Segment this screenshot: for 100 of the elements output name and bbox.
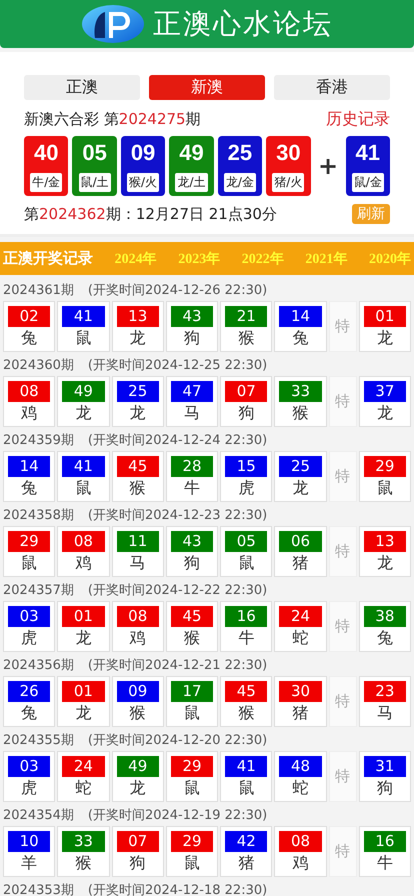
ball-number: 08: [8, 381, 50, 402]
zodiac-label: 鼠: [376, 477, 393, 499]
ball-number: 41: [62, 306, 105, 327]
zodiac-label: 猴/火: [127, 173, 160, 192]
zodiac-label: 鼠: [75, 477, 92, 499]
ball-number: 41: [62, 456, 105, 477]
zodiac-label: 鼠: [238, 552, 254, 574]
zodiac-label: 虎: [21, 627, 38, 649]
draw-title: 新澳六合彩 第2024275期: [24, 110, 201, 128]
issue-number: 2024353期: [3, 882, 74, 896]
draw-time: (开奖时间2024-12-24 22:30): [88, 432, 268, 449]
ball-number: 01: [62, 681, 105, 702]
zodiac-label: 龙: [130, 327, 146, 349]
draw-time: (开奖时间2024-12-18 22:30): [88, 882, 268, 896]
draw-time: (开奖时间2024-12-26 22:30): [88, 282, 268, 299]
zodiac-label: 龙: [376, 327, 393, 349]
ball-number: 43: [170, 531, 214, 552]
year-link[interactable]: 2020年: [368, 250, 411, 268]
draw-time: (开奖时间2024-12-25 22:30): [88, 357, 268, 374]
zodiac-label: 狗: [184, 552, 200, 574]
special-label: 特: [328, 601, 357, 652]
ball-number: 09: [116, 681, 159, 702]
ball-number: 29: [170, 756, 214, 777]
region-tab[interactable]: 香港: [274, 75, 390, 100]
ball-number: 14: [279, 306, 322, 327]
special-label: 特: [328, 376, 357, 427]
zodiac-label: 鸡: [75, 552, 92, 574]
zodiac-label: 鼠: [184, 852, 200, 874]
issue-number: 2024358期: [3, 507, 74, 524]
zodiac-label: 猪: [292, 552, 309, 574]
ball-number: 10: [8, 831, 50, 852]
zodiac-label: 猪/火: [272, 173, 304, 192]
ball-number: 05: [225, 531, 268, 552]
special-label: 特: [328, 451, 357, 502]
ball-number: 24: [279, 606, 322, 627]
ball-number: 26: [8, 681, 50, 702]
history-link[interactable]: 历史记录: [326, 108, 390, 130]
ball-number: 03: [8, 756, 50, 777]
ball-number: 14: [8, 456, 50, 477]
ball-number: 49: [116, 756, 159, 777]
zodiac-label: 羊: [21, 852, 38, 874]
zodiac-label: 狗: [130, 852, 146, 874]
ball-number: 42: [225, 831, 268, 852]
logo-icon: [81, 4, 145, 44]
ball-number: 13: [116, 306, 159, 327]
zodiac-label: 蛇: [75, 777, 92, 799]
zodiac-label: 龙: [75, 702, 92, 724]
ball-number: 24: [62, 756, 105, 777]
ball-number: 25: [279, 456, 322, 477]
issue-number: 2024356期: [3, 657, 74, 674]
issue-number: 2024357期: [3, 582, 74, 599]
ball-number: 38: [364, 606, 406, 627]
zodiac-label: 鼠: [21, 552, 38, 574]
records-title: 正澳开奖记录: [3, 249, 93, 268]
ball-number: 17: [170, 681, 214, 702]
ball-number: 45: [170, 606, 214, 627]
zodiac-label: 马: [184, 402, 200, 424]
ball-number: 45: [225, 681, 268, 702]
zodiac-label: 猴: [130, 477, 146, 499]
year-link[interactable]: 2023年: [178, 250, 220, 268]
zodiac-label: 龙: [75, 627, 92, 649]
ball-number: 37: [364, 381, 406, 402]
zodiac-label: 狗: [238, 402, 254, 424]
ball-number: 41: [225, 756, 268, 777]
zodiac-label: 猪: [238, 852, 254, 874]
zodiac-label: 兔: [292, 327, 309, 349]
ball-number: 33: [279, 381, 322, 402]
ball-number: 07: [225, 381, 268, 402]
zodiac-label: 鼠/金: [352, 173, 384, 192]
ball-number: 23: [364, 681, 406, 702]
zodiac-label: 龙: [130, 777, 146, 799]
ball-number: 02: [8, 306, 50, 327]
zodiac-label: 龙: [130, 402, 146, 424]
ball-number: 01: [62, 606, 105, 627]
ball-number: 49: [62, 381, 105, 402]
site-title: 正澳心水论坛: [153, 6, 333, 42]
special-label: 特: [328, 751, 357, 802]
ball-number: 43: [170, 306, 214, 327]
year-link[interactable]: 2022年: [242, 250, 284, 268]
region-tab[interactable]: 新澳: [149, 75, 265, 100]
region-tab[interactable]: 正澳: [24, 75, 140, 100]
issue-number: 2024359期: [3, 432, 74, 449]
special-label: 特: [328, 826, 357, 877]
refresh-button[interactable]: 刷新: [352, 204, 390, 224]
ball-number: 47: [170, 381, 214, 402]
zodiac-label: 猴: [130, 702, 146, 724]
zodiac-label: 龙/土: [175, 173, 208, 192]
zodiac-label: 龙/金: [224, 173, 256, 192]
zodiac-label: 龙: [75, 402, 92, 424]
ball-number: 29: [170, 831, 214, 852]
year-link[interactable]: 2021年: [305, 250, 348, 268]
zodiac-label: 鼠: [184, 777, 200, 799]
zodiac-label: 鼠/土: [78, 173, 111, 192]
zodiac-label: 虎: [21, 777, 38, 799]
zodiac-label: 猴: [75, 852, 92, 874]
ball-number: 16: [225, 606, 268, 627]
zodiac-label: 鸡: [292, 852, 309, 874]
year-link[interactable]: 2024年: [114, 250, 157, 268]
ball-number: 03: [8, 606, 50, 627]
zodiac-label: 鼠: [184, 702, 200, 724]
